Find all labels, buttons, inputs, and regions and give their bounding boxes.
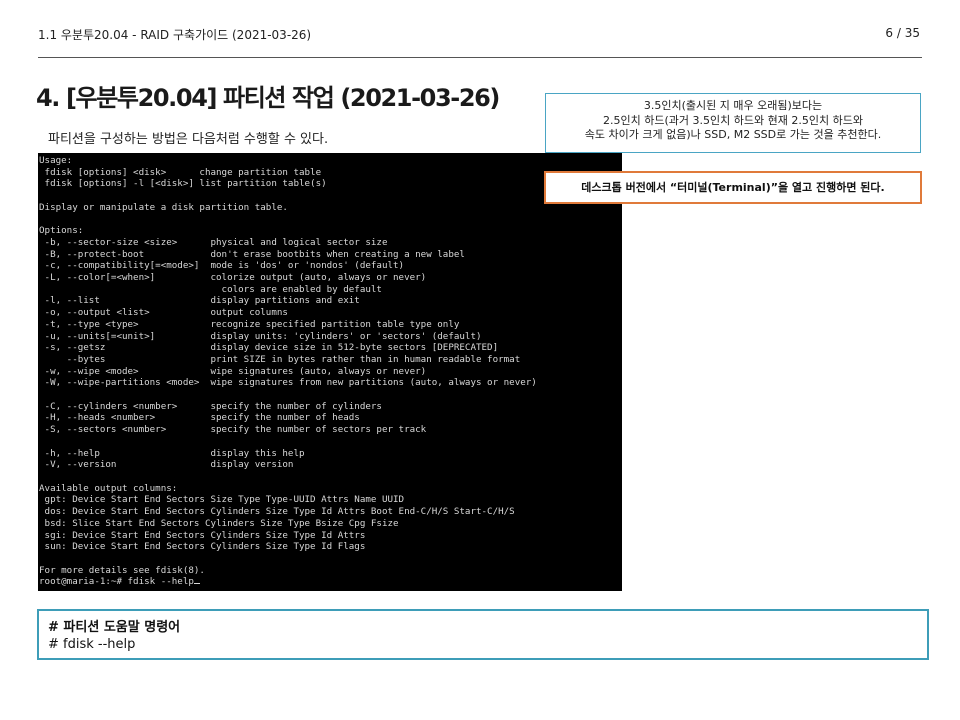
note-line: 3.5인치(출시된 지 매우 오래됨)보다는 (643, 99, 823, 112)
terminal-line: -W, --wipe-partitions <mode> wipe signat… (39, 377, 537, 389)
terminal-line: Display or manipulate a disk partition t… (39, 201, 288, 213)
terminal-line: -V, --version display version (39, 459, 294, 471)
terminal-line: -w, --wipe <mode> wipe signatures (auto,… (39, 365, 427, 377)
terminal-line: colors are enabled by default (39, 283, 382, 295)
terminal-screenshot: Usage: fdisk [options] <disk> change par… (38, 153, 622, 591)
terminal-line: Options: (39, 225, 84, 237)
terminal-cursor (193, 583, 200, 585)
terminal-line: -t, --type <type> recognize specified pa… (39, 318, 460, 330)
terminal-line: -H, --heads <number> specify the number … (39, 412, 360, 424)
terminal-line: For more details see fdisk(8). (39, 564, 205, 576)
terminal-line: -l, --list display partitions and exit (39, 295, 360, 307)
terminal-output: Usage: fdisk [options] <disk> change par… (39, 155, 622, 588)
note-line: 2.5인치 하드(과거 3.5인치 하드와 현재 2.5인치 하드와 (603, 113, 863, 127)
recommendation-note: 3.5인치(출시된 지 매우 오래됨)보다는 2.5인치 하드(과거 3.5인치… (545, 93, 921, 153)
terminal-line: --bytes print SIZE in bytes rather than … (39, 353, 521, 365)
terminal-line: bsd: Slice Start End Sectors Cylinders S… (39, 517, 399, 529)
terminal-line: sun: Device Start End Sectors Cylinders … (39, 541, 366, 553)
command-title: # 파티션 도움말 명령어 (48, 620, 181, 635)
slide-title: 4. [우분투20.04] 파티션 작업 (2021-03-26) (36, 84, 500, 112)
command-box: # 파티션 도움말 명령어 # fdisk --help (37, 609, 929, 660)
terminal-line: dos: Device Start End Sectors Cylinders … (39, 506, 515, 518)
terminal-line: -o, --output <list> output columns (39, 307, 288, 319)
terminal-line: -s, --getsz display device size in 512-b… (39, 342, 499, 354)
terminal-line: fdisk [options] <disk> change partition … (39, 166, 322, 178)
document-title: 1.1 우분투20.04 - RAID 구축가이드 (2021-03-26) (38, 28, 312, 42)
terminal-line: -u, --units[=<unit>] display units: 'cyl… (39, 330, 482, 342)
terminal-line: -C, --cylinders <number> specify the num… (39, 400, 382, 412)
command-text: # fdisk --help (48, 637, 136, 652)
terminal-line: -B, --protect-boot don't erase bootbits … (39, 248, 465, 260)
terminal-line: Available output columns: (39, 482, 178, 494)
terminal-line: -c, --compatibility[=<mode>] mode is 'do… (39, 260, 405, 272)
terminal-line: fdisk [options] -l [<disk>] list partiti… (39, 178, 327, 190)
terminal-line: -b, --sector-size <size> physical and lo… (39, 236, 388, 248)
terminal-line: sgi: Device Start End Sectors Cylinders … (39, 529, 366, 541)
page-number: 6 / 35 (885, 26, 920, 40)
terminal-prompt-line: root@maria-1:~# fdisk --help (39, 576, 194, 588)
header-divider (38, 57, 922, 58)
intro-text: 파티션을 구성하는 방법은 다음처럼 수행할 수 있다. (48, 132, 329, 147)
terminal-line: -h, --help display this help (39, 447, 305, 459)
terminal-tip-callout: 데스크톱 버전에서 “터미널(Terminal)”을 열고 진행하면 된다. (544, 171, 922, 204)
note-line: 속도 차이가 크게 없음)나 SSD, M2 SSD로 가는 것을 추천한다. (584, 128, 882, 141)
terminal-line: -L, --color[=<when>] colorize output (au… (39, 272, 427, 284)
terminal-line: -S, --sectors <number> specify the numbe… (39, 424, 427, 436)
terminal-line: Usage: (39, 155, 73, 166)
terminal-line: gpt: Device Start End Sectors Size Type … (39, 494, 405, 506)
